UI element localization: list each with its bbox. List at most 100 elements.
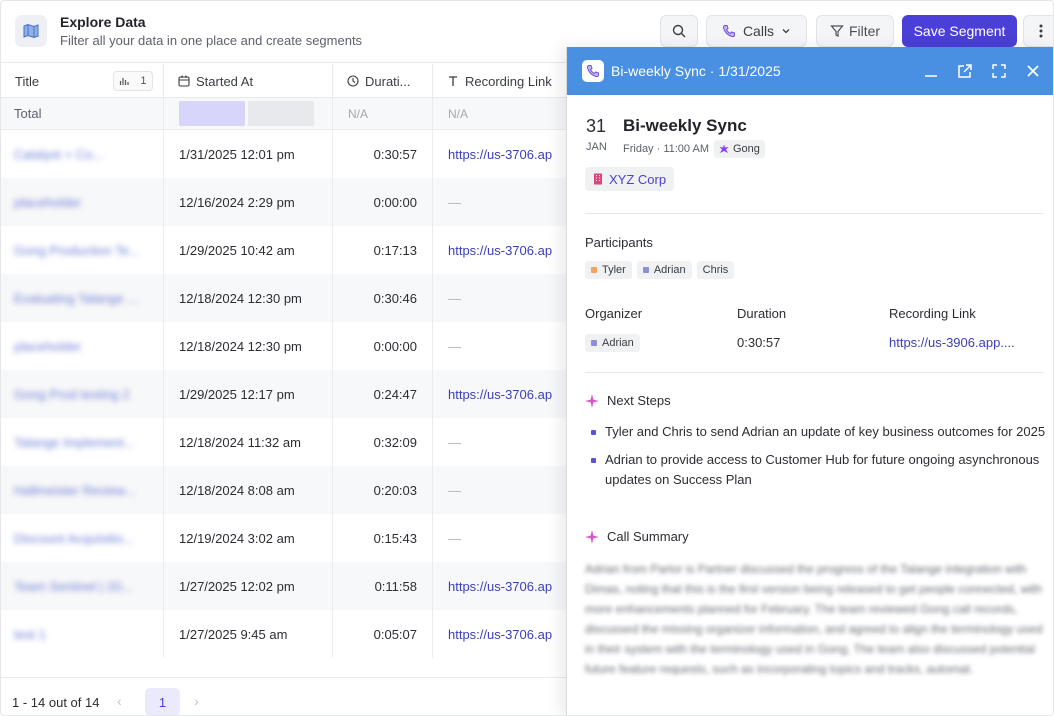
column-header-recording-link[interactable]: Recording Link (433, 64, 567, 98)
column-header-duration[interactable]: Durati... (333, 64, 433, 98)
open-external-icon[interactable] (955, 61, 975, 81)
table-row[interactable]: Gong Production Te... 1/29/2025 10:42 am 0… (1, 226, 567, 274)
filter-button[interactable]: Filter (816, 15, 894, 47)
minimize-icon[interactable] (921, 61, 941, 81)
column-header-started-at[interactable]: Started At (164, 64, 333, 98)
row-recording-link: — (433, 322, 567, 370)
participant-chip[interactable]: Adrian (636, 261, 692, 279)
table-row[interactable]: Gong Prod testing 2 1/29/2025 12:17 pm 0:2… (1, 370, 567, 418)
row-duration: 0:30:46 (333, 274, 433, 322)
table-row[interactable]: test 1 1/27/2025 9:45 am 0:05:07 https://us… (1, 610, 567, 658)
participant-chip[interactable]: Chris (696, 261, 735, 279)
row-started-at-text: 12/18/2024 12:30 pm (179, 290, 302, 306)
calls-table: Title 1 Started At Durati... Recording L… (1, 64, 567, 664)
row-duration-text: 0:20:03 (373, 482, 417, 498)
row-recording-link[interactable]: https://us-3706.ap (433, 610, 567, 658)
row-duration-text: 0:11:58 (374, 578, 417, 594)
search-button[interactable] (660, 15, 698, 47)
row-title-text: Gong Prod testing 2 (14, 386, 130, 402)
event-meta: Friday · 11:00 AM Gong (623, 140, 765, 158)
participant-chip[interactable]: Tyler (585, 261, 632, 279)
row-title-text: Discount Acquisitio... (14, 530, 134, 546)
column-summary-badge[interactable]: 1 (113, 71, 153, 91)
row-recording-link: — (433, 466, 567, 514)
chevron-left-icon[interactable]: ‹ (117, 693, 122, 709)
recording-link[interactable]: https://us-3906.app.... (889, 335, 1015, 350)
row-duration: 0:24:47 (333, 370, 433, 418)
row-title[interactable]: placeholder (1, 322, 164, 370)
table-row[interactable]: Discount Acquisitio... 12/19/2024 3:02 am… (1, 514, 567, 562)
gong-icon (719, 144, 729, 153)
row-recording-link[interactable]: https://us-3706.ap (433, 370, 567, 418)
page-button-current[interactable]: 1 (145, 688, 180, 715)
row-title[interactable]: Evaluating Talange ... (1, 274, 164, 322)
row-title-text: placeholder (14, 194, 82, 210)
row-recording-link-text: — (448, 194, 461, 210)
row-started-at-text: 1/27/2025 9:45 am (179, 626, 288, 642)
row-title[interactable]: Hallmeister Review... (1, 466, 164, 514)
table-row[interactable]: Team Sentinel | 20... 1/27/2025 12:02 pm 0… (1, 562, 567, 610)
row-started-at: 1/27/2025 9:45 am (164, 610, 333, 658)
company-tag[interactable]: XYZ Corp (585, 167, 675, 191)
row-title[interactable]: placeholder (1, 178, 164, 226)
participants-label: Participants (585, 235, 653, 250)
participants-list: Tyler Adrian Chris (585, 261, 735, 279)
table-row[interactable]: Catalyst + Co... 1/31/2025 12:01 pm 0:30:5… (1, 130, 567, 178)
row-title[interactable]: Gong Production Te... (1, 226, 164, 274)
calls-label: Calls (742, 23, 775, 39)
participant-color (642, 267, 649, 273)
table-row[interactable]: Hallmeister Review... 12/18/2024 8:08 am 0… (1, 466, 567, 514)
row-recording-link[interactable]: https://us-3706.ap (433, 130, 567, 178)
source-label: Gong (733, 143, 760, 155)
table-row[interactable]: Evaluating Talange ... 12/18/2024 12:30 p… (1, 274, 567, 322)
row-title[interactable]: Team Sentinel | 20... (1, 562, 164, 610)
row-title[interactable]: Discount Acquisitio... (1, 514, 164, 562)
row-recording-link-text: — (448, 434, 461, 450)
panel-header: Bi-weekly Sync · 1/31/2025 (567, 47, 1053, 95)
table-row[interactable]: Talange Implement... 12/18/2024 11:32 am 0… (1, 418, 567, 466)
row-recording-link-text: https://us-3706.ap (448, 626, 553, 642)
row-title[interactable]: Catalyst + Co... (1, 130, 164, 178)
row-title-text: Hallmeister Review... (14, 482, 136, 498)
row-recording-link[interactable]: https://us-3706.ap (433, 226, 567, 274)
column-started-label: Started At (196, 73, 254, 89)
bar-chart-icon (120, 78, 130, 85)
row-title[interactable]: Gong Prod testing 2 (1, 370, 164, 418)
save-segment-button[interactable]: Save Segment (902, 15, 1017, 47)
more-vertical-icon (1039, 24, 1043, 38)
text-type-icon (449, 76, 457, 86)
row-title-text: test 1 (14, 626, 46, 642)
source-tag: Gong (714, 140, 765, 158)
row-started-at: 12/18/2024 8:08 am (164, 466, 333, 514)
row-started-at: 1/31/2025 12:01 pm (164, 130, 333, 178)
calendar-icon (178, 75, 190, 87)
total-label: Total (1, 98, 164, 129)
chevron-right-icon[interactable]: › (194, 693, 199, 709)
next-step-item: Tyler and Chris to send Adrian an update… (589, 422, 1049, 442)
calls-dropdown[interactable]: Calls (706, 15, 807, 47)
table-row[interactable]: placeholder 12/18/2024 12:30 pm 0:00:00 — (1, 322, 567, 370)
close-icon[interactable] (1023, 61, 1043, 81)
row-title[interactable]: Talange Implement... (1, 418, 164, 466)
phone-icon (722, 25, 735, 38)
column-duration-label: Durati... (365, 73, 411, 89)
event-month: JAN (586, 141, 607, 153)
total-recording-na: N/A (448, 106, 469, 121)
row-duration: 0:30:57 (333, 130, 433, 178)
organizer-chip[interactable]: Adrian (585, 334, 640, 352)
more-options-button[interactable] (1023, 15, 1053, 47)
row-started-at: 12/19/2024 3:02 am (164, 514, 333, 562)
row-started-at-text: 12/18/2024 8:08 am (179, 482, 295, 498)
row-started-at-text: 1/31/2025 12:01 pm (179, 146, 295, 162)
row-recording-link: — (433, 178, 567, 226)
row-recording-link[interactable]: https://us-3706.ap (433, 562, 567, 610)
expand-icon[interactable] (989, 61, 1009, 81)
next-steps-label: Next Steps (607, 393, 671, 408)
duration-label: Duration (737, 306, 787, 321)
row-title[interactable]: test 1 (1, 610, 164, 658)
row-recording-link-text: https://us-3706.ap (448, 386, 553, 402)
organizer-color (591, 340, 597, 346)
participant-color (591, 267, 597, 273)
column-header-title[interactable]: Title 1 (1, 64, 164, 98)
table-row[interactable]: placeholder 12/16/2024 2:29 pm 0:00:00 — (1, 178, 567, 226)
